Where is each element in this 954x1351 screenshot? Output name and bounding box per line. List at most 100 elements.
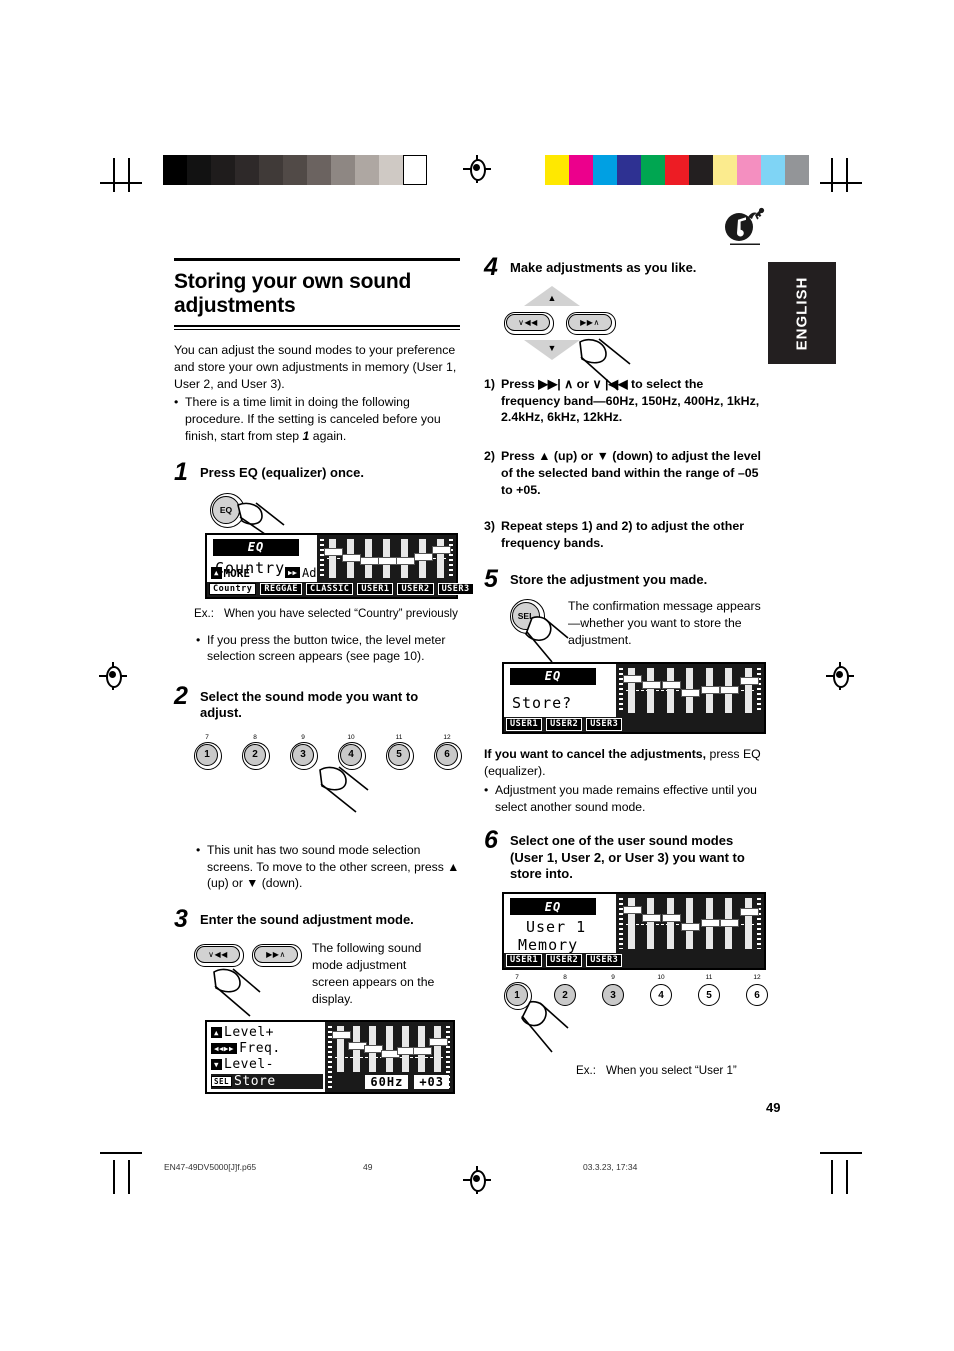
step-6-preset-buttons: 7 1 8 2 9 3 10 4 11 5 12 6 [504,974,768,1053]
lcd-tag-user1[interactable]: USER1 [357,582,394,596]
step-1-heading: Press EQ (equalizer) once. [200,464,365,480]
preset-button-2[interactable]: 2 [242,741,270,770]
volume-up-button[interactable]: ▲ [524,286,580,306]
lcd-tag-user3[interactable]: USER3 [586,718,623,731]
skip-back-button[interactable]: ∨◀◀ [194,944,244,968]
preset-top-label-7: 7 [205,733,209,741]
calibration-swatch-9 [379,155,403,185]
lcd-tag-user1[interactable]: USER1 [506,954,543,967]
lcd-tag-user2[interactable]: USER2 [546,954,583,967]
fader-scale-left [319,538,324,578]
calibration-swatch-7 [331,155,355,185]
lcd-menu-level-down-label: Level- [224,1057,274,1073]
lcd-step5-left: EQ Store? [504,663,616,717]
eq-logo-text: EQ [544,669,562,684]
step-6-caption: Ex.: When you select “User 1” [576,1064,764,1077]
fader-group [622,898,759,950]
lcd-menu-store: SEL Store [211,1074,324,1090]
hand-pointer-icon [319,766,369,813]
calibration-swatch-2 [211,155,235,185]
lcd-tag-reggae[interactable]: REGGAE [260,582,303,596]
step-1-bullet-text: If you press the button twice, the level… [207,632,446,664]
fader [396,1026,416,1073]
lcd-step6-main: EQ User 1 Memory [504,894,764,955]
registration-mark-bottom [463,1166,491,1194]
lcd-step1-tags: Country REGGAE CLASSIC USER1 USER2 USER3 [207,581,474,597]
step-1-caption-text: When you have selected “Country” previou… [224,606,458,620]
fader-group [323,538,451,578]
lcd-step6-line2: Memory [518,936,579,955]
fader [700,667,720,713]
preset-cell-6: 12 6 [746,974,768,1007]
fader [380,1026,400,1073]
preset-cell-3: 9 3 [290,734,318,770]
fader [622,898,642,950]
fader [720,667,740,713]
bullet-dot: • [174,394,179,409]
preset-top-label-11: 11 [705,974,713,982]
step-1-number: 1 [174,457,188,486]
lcd-step6-left: EQ User 1 Memory [504,894,616,955]
preset-button-1[interactable]: 1 [194,741,222,770]
registration-mark-top [463,155,491,183]
eq-logo-icon: EQ [510,667,596,685]
crop-mark-tr-v2 [831,158,833,192]
preset-top-label-7: 7 [515,974,519,982]
calibration-swatch-5 [283,155,307,185]
calibration-swatch-9 [761,155,785,185]
preset-cell-3: 9 3 [602,974,624,1007]
preset-button-3[interactable]: 3 [602,984,624,1007]
crop-mark-tr-h [820,182,862,184]
lcd-tag-classic[interactable]: CLASSIC [306,582,354,596]
eq-logo-icon: EQ [510,898,596,916]
lcd-step3-faders: 60Hz +03 [325,1022,453,1093]
step-3-button-row: ∨◀◀ ▶▶∧ [194,944,302,968]
lcd-tag-user2[interactable]: USER2 [546,718,583,731]
registration-mark-right [826,662,854,690]
intro-bullet-post: again. [309,428,347,443]
preset-button-5[interactable]: 5 [698,984,720,1007]
eq-logo-text: EQ [544,899,562,914]
fader [428,1026,448,1073]
calibration-swatch-4 [641,155,665,185]
preset-top-label-8: 8 [563,974,567,982]
step-5-note: The confirmation message appears—whether… [568,598,761,647]
preset-button-4[interactable]: 4 [650,984,672,1007]
skip-forward-button[interactable]: ▶▶∧ [252,944,302,968]
step-2-number: 2 [174,682,188,711]
step-5: 5 Store the adjustment you made. [484,564,764,593]
title-top-rule [174,258,460,261]
hand-pointer-icon [213,968,261,1017]
lcd-tag-user1[interactable]: USER1 [506,718,543,731]
title-bottom-rule [174,324,460,330]
lcd-tag-country[interactable]: Country [209,582,257,596]
volume-down-button[interactable]: ▼ [524,340,580,360]
step-5-controls: SEL The confirmation message appears—whe… [506,598,764,663]
step-5-cancel-note: If you want to cancel the adjustments, p… [484,746,764,816]
preset-button-6[interactable]: 6 [746,984,768,1007]
step-5-number: 5 [484,564,498,593]
intro-bullet: • There is a time limit in doing the fol… [174,394,460,445]
step-1-caption-label: Ex.: [194,606,214,620]
preset-button-6[interactable]: 6 [434,741,462,770]
grayscale-calibration-bar [163,155,427,185]
sel-chip-icon: SEL [211,1075,233,1088]
lcd-tag-user3[interactable]: USER3 [586,954,623,967]
step-3-note: The following sound mode adjustment scre… [312,941,435,1007]
lcd-step3-menu: ▲ Level+ ◀◀▶▶ Freq. ▼ Level- SEL Store [207,1022,326,1093]
crop-mark-bl-v [113,1160,115,1194]
fader [412,1026,432,1073]
skip-back-button[interactable]: ∨◀◀ [504,312,554,335]
step-4-substep-3: 3) Repeat steps 1) and 2) to adjust the … [484,518,764,551]
preset-button-3[interactable]: 3 [290,741,318,770]
lcd-tag-user2[interactable]: USER2 [397,582,434,596]
lcd-step6-line1: User 1 [526,918,587,937]
footer-timestamp: 03.3.23, 17:34 [583,1162,638,1172]
calibration-swatch-8 [355,155,379,185]
hand-pointer-icon [579,338,631,391]
lcd-step5-message: Store? [512,693,573,712]
step-2-preset-buttons: 7 1 8 2 9 3 10 4 11 5 12 6 [194,733,462,813]
lcd-tag-user3[interactable]: USER3 [437,582,474,596]
registration-mark-left [99,662,127,690]
skip-forward-button[interactable]: ▶▶∧ [566,312,616,335]
